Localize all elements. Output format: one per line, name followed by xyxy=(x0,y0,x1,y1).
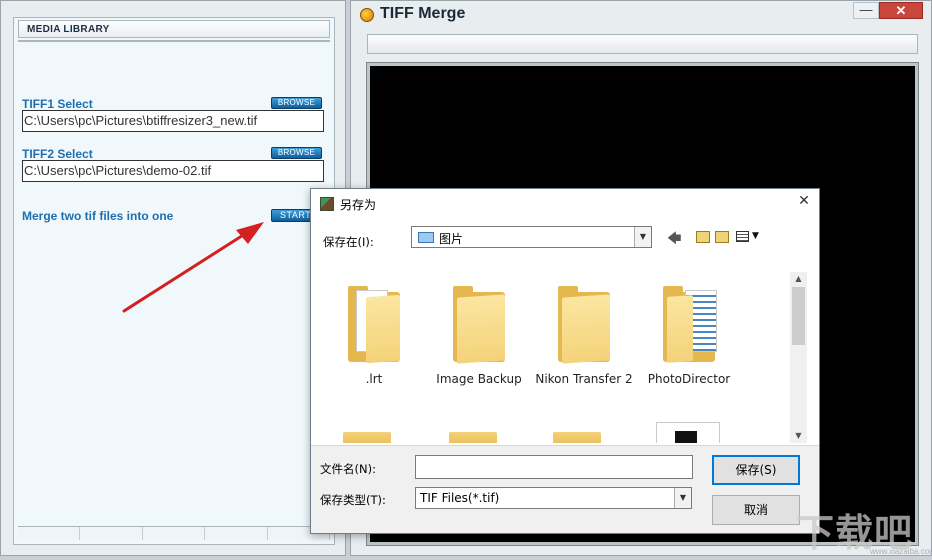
library-bottom-tabs xyxy=(18,526,331,540)
tiff2-select-label: TIFF2 Select xyxy=(22,147,93,161)
cancel-button[interactable]: 取消 xyxy=(712,495,800,525)
chevron-down-icon[interactable]: ▼ xyxy=(634,227,651,247)
item-label: Nikon Transfer 2 xyxy=(535,372,633,386)
bottom-tab[interactable] xyxy=(80,527,143,540)
save-as-dialog: 另存为 ✕ 保存在(I): 图片 ▼ 🡄 ▼ .lrt Image Backup… xyxy=(310,188,820,534)
annotation-arrow xyxy=(122,222,264,313)
folder-icon[interactable] xyxy=(553,432,601,443)
scroll-thumb[interactable] xyxy=(792,287,805,345)
media-library-header: MEDIA LIBRARY xyxy=(18,20,330,38)
tiff1-select-label: TIFF1 Select xyxy=(22,97,93,111)
folder-icon xyxy=(663,286,717,363)
bottom-tab[interactable] xyxy=(205,527,268,540)
list-item[interactable]: .lrt xyxy=(319,286,429,386)
bottom-tab[interactable] xyxy=(142,527,206,540)
list-item[interactable]: PhotoDirector xyxy=(634,286,744,386)
up-folder-icon[interactable] xyxy=(696,231,710,243)
item-label: .lrt xyxy=(365,372,383,386)
tiff2-browse-button[interactable]: BROWSE xyxy=(271,147,322,159)
scroll-down-icon[interactable]: ▼ xyxy=(790,429,807,443)
pictures-folder-icon xyxy=(418,232,434,243)
filetype-label: 保存类型(T): xyxy=(320,493,386,507)
bottom-tab[interactable] xyxy=(18,527,81,540)
save-in-select[interactable]: 图片 ▼ xyxy=(411,226,652,248)
folder-icon xyxy=(348,286,400,364)
save-in-label: 保存在(I): xyxy=(323,235,374,249)
dialog-title: 另存为 xyxy=(340,198,377,212)
header-divider xyxy=(18,40,330,42)
app-logo-icon xyxy=(360,8,374,22)
tiff2-path-field[interactable]: C:\Users\pc\Pictures\demo-02.tif xyxy=(22,160,324,182)
file-list-scrollbar[interactable]: ▲ ▼ xyxy=(790,272,807,443)
view-menu-icon[interactable] xyxy=(736,231,749,242)
new-folder-icon[interactable] xyxy=(715,231,729,243)
file-list: .lrt Image Backup Nikon Transfer 2 Photo… xyxy=(319,272,806,443)
dialog-close-icon[interactable]: ✕ xyxy=(795,193,813,211)
tiff1-browse-button[interactable]: BROWSE xyxy=(271,97,322,109)
folder-icon xyxy=(558,286,610,364)
item-label: Image Backup xyxy=(436,372,522,386)
minimize-button[interactable]: — xyxy=(853,2,879,19)
filename-label: 文件名(N): xyxy=(320,462,376,476)
folder-icon[interactable] xyxy=(343,432,391,443)
view-dropdown-icon[interactable]: ▼ xyxy=(752,231,759,241)
back-icon[interactable]: 🡄 xyxy=(667,228,681,252)
dialog-icon xyxy=(320,197,334,211)
watermark-url: www.xiazaiba.com xyxy=(870,547,932,556)
chevron-down-icon[interactable]: ▼ xyxy=(674,488,691,508)
tiff1-path-field[interactable]: C:\Users\pc\Pictures\btiffresizer3_new.t… xyxy=(22,110,324,132)
scroll-up-icon[interactable]: ▲ xyxy=(790,272,807,286)
save-in-value: 图片 xyxy=(439,232,464,246)
window-title: TIFF Merge xyxy=(380,5,466,22)
filetype-select[interactable]: TIF Files(*.tif) ▼ xyxy=(415,487,692,509)
save-button[interactable]: 保存(S) xyxy=(712,455,800,485)
list-item[interactable]: Image Backup xyxy=(424,286,534,386)
watermark: 下载吧 www.xiazaiba.com xyxy=(796,500,932,560)
list-item[interactable]: Nikon Transfer 2 xyxy=(529,286,639,386)
filename-input[interactable] xyxy=(415,455,693,479)
folder-icon xyxy=(453,286,505,364)
close-button[interactable]: ✕ xyxy=(879,2,923,19)
folder-icon[interactable] xyxy=(449,432,497,443)
filetype-value: TIF Files(*.tif) xyxy=(420,491,500,505)
image-thumbnail-icon[interactable] xyxy=(656,422,720,443)
toolbar-strip xyxy=(367,34,918,54)
dialog-bottom-area: 文件名(N): 保存类型(T): TIF Files(*.tif) ▼ 保存(S… xyxy=(311,445,819,533)
item-label: PhotoDirector xyxy=(647,372,731,386)
